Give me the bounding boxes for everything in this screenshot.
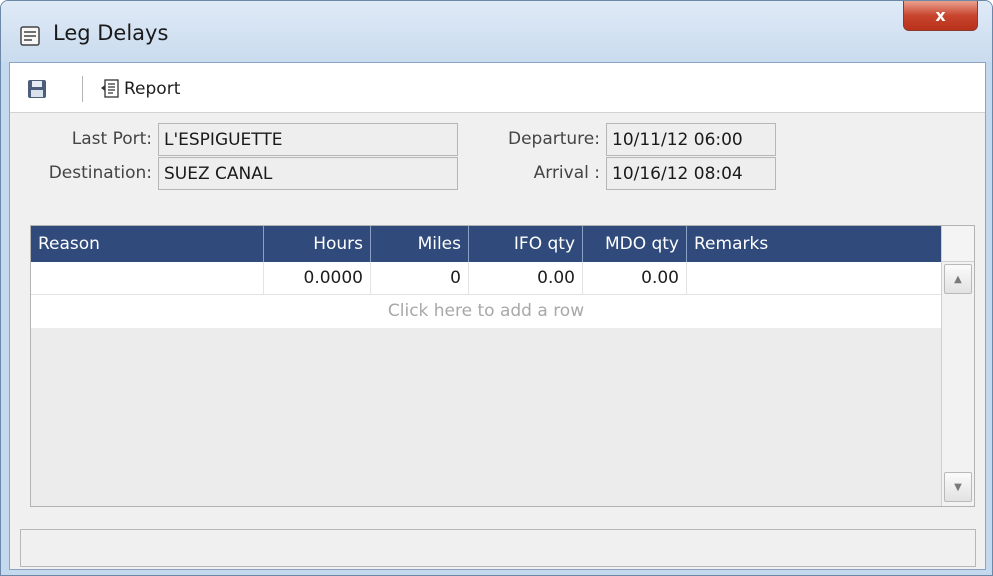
status-bar — [20, 529, 976, 567]
report-label: Report — [124, 79, 181, 99]
triangle-down-icon: ▼ — [954, 481, 962, 493]
departure-field[interactable]: 10/11/12 06:00 — [606, 123, 776, 156]
delays-grid: Reason Hours Miles IFO qty MDO qty Remar… — [30, 225, 975, 507]
column-header-reason[interactable]: Reason — [31, 226, 264, 262]
destination-label: Destination: — [48, 163, 152, 183]
cell-hours[interactable]: 0.0000 — [264, 262, 371, 295]
column-header-miles[interactable]: Miles — [371, 226, 469, 262]
column-header-ifo-qty[interactable]: IFO qty — [469, 226, 583, 262]
arrival-field[interactable]: 10/16/12 08:04 — [606, 157, 776, 190]
floppy-disk-icon[interactable] — [26, 78, 48, 100]
grid-header-corner — [942, 226, 974, 262]
toolbar: Report — [10, 63, 985, 113]
add-row-button[interactable]: Click here to add a row — [31, 295, 941, 328]
cell-miles[interactable]: 0 — [371, 262, 469, 295]
close-button[interactable]: x — [903, 1, 978, 31]
window-title: Leg Delays — [53, 21, 169, 45]
destination-field[interactable]: SUEZ CANAL — [158, 157, 458, 190]
cell-reason[interactable] — [31, 262, 264, 295]
report-button[interactable]: Report — [100, 75, 180, 103]
close-icon: x — [935, 6, 946, 25]
vertical-scrollbar[interactable]: ▲ ▼ — [941, 226, 974, 506]
triangle-up-icon: ▲ — [954, 273, 962, 285]
departure-label: Departure: — [508, 129, 600, 149]
grid-header: Reason Hours Miles IFO qty MDO qty Remar… — [31, 226, 941, 262]
cell-remarks[interactable] — [687, 262, 941, 295]
last-port-field[interactable]: L'ESPIGUETTE — [158, 123, 458, 156]
column-header-hours[interactable]: Hours — [264, 226, 371, 262]
column-header-remarks[interactable]: Remarks — [687, 226, 941, 262]
last-port-label: Last Port: — [71, 129, 152, 149]
column-header-mdo-qty[interactable]: MDO qty — [583, 226, 687, 262]
dialog-body: Report Last Port: L'ESPIGUETTE Destinati… — [9, 62, 986, 570]
arrival-label: Arrival : — [533, 163, 600, 183]
toolbar-separator — [82, 76, 83, 102]
scroll-down-button[interactable]: ▼ — [944, 472, 972, 502]
cell-ifo-qty[interactable]: 0.00 — [469, 262, 583, 295]
window-form-icon — [20, 26, 40, 46]
table-row[interactable]: 0.0000 0 0.00 0.00 — [31, 262, 941, 295]
title-bar[interactable]: Leg Delays x — [1, 1, 992, 62]
cell-mdo-qty[interactable]: 0.00 — [583, 262, 687, 295]
scroll-up-button[interactable]: ▲ — [944, 264, 972, 294]
leg-delays-window: Leg Delays x Report Last Port: L'ESPIGUE… — [0, 0, 993, 576]
report-document-icon — [101, 79, 119, 98]
